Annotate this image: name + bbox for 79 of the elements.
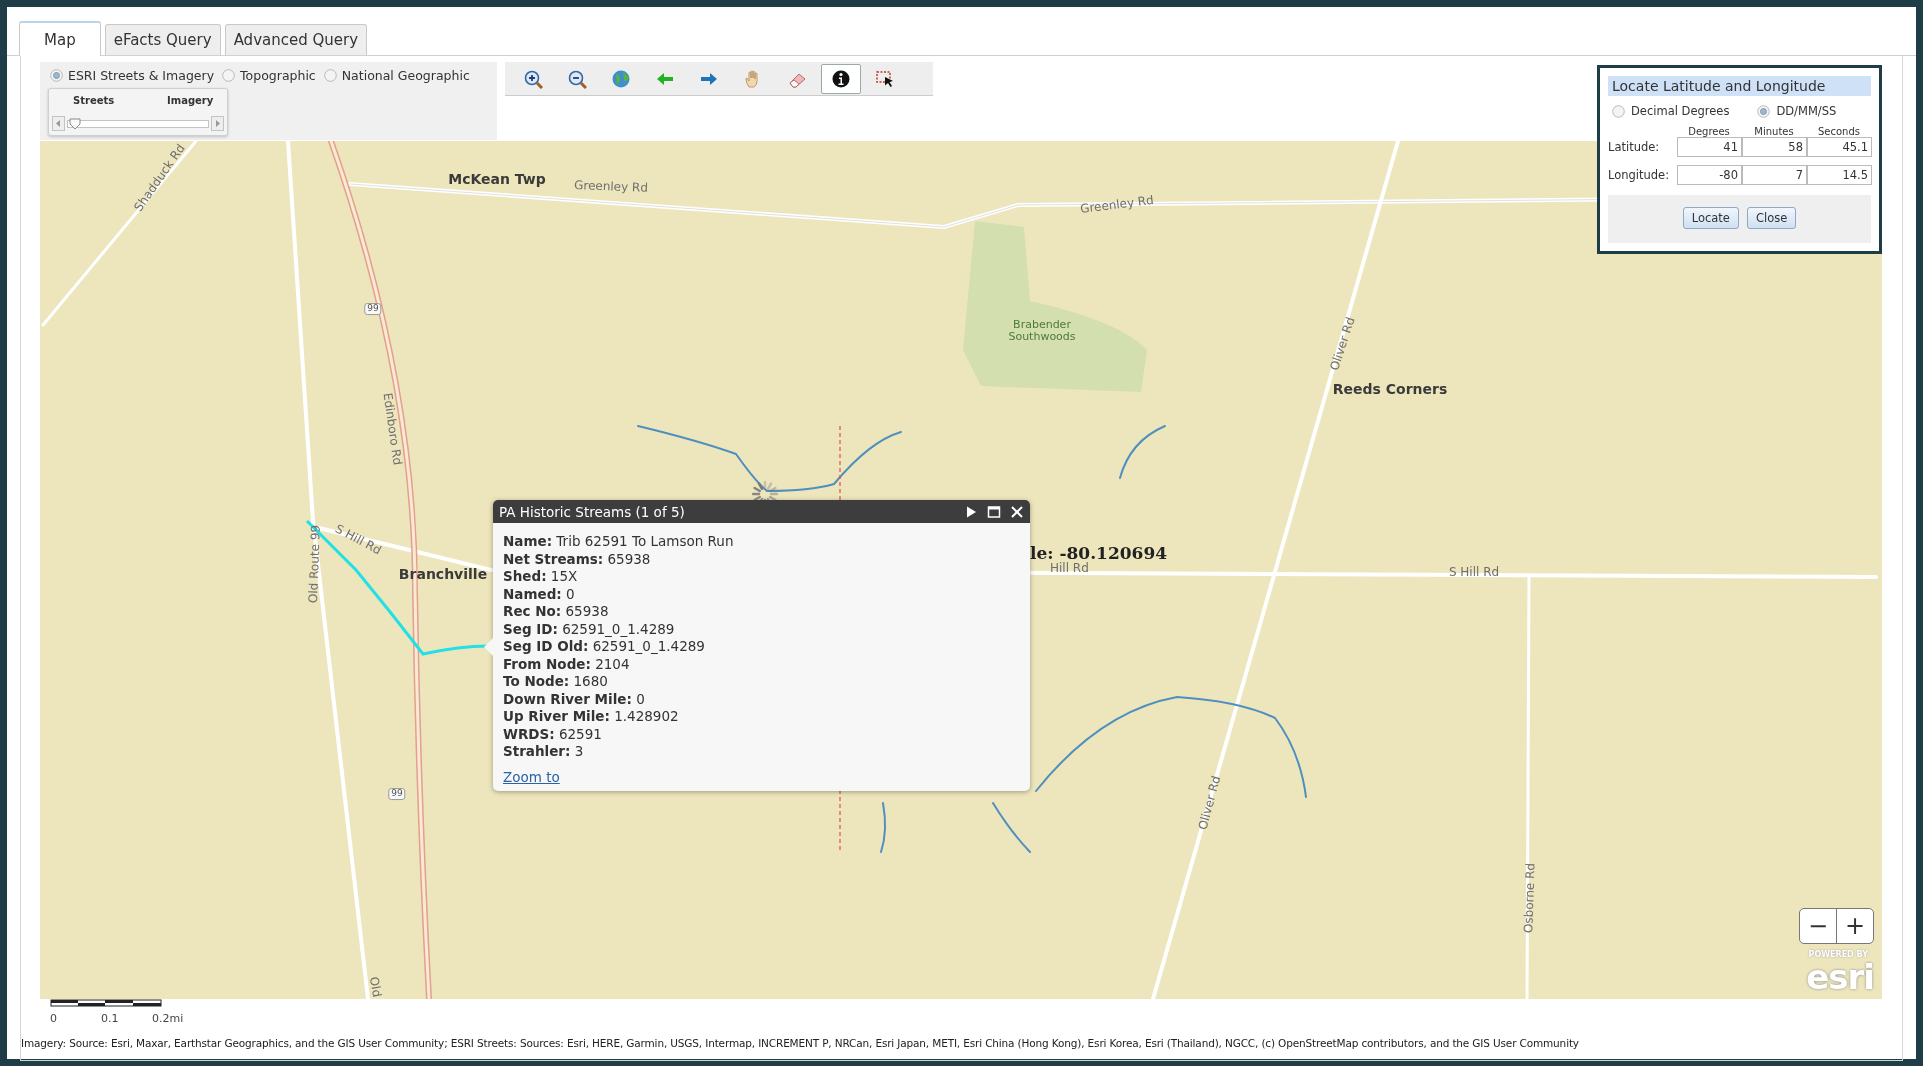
panel-button[interactable]: Close	[1746, 207, 1797, 229]
scale-label: 0.2mi	[152, 1012, 184, 1025]
info-icon[interactable]	[831, 68, 851, 89]
tab[interactable]: Advanced Query	[224, 24, 368, 55]
next-icon[interactable]	[964, 504, 978, 519]
attribute-row-text: To Node: 1680	[503, 673, 609, 691]
scale-label: 0.1	[101, 1012, 119, 1025]
zoom-button[interactable]: −	[1800, 909, 1836, 943]
attribute-row-text: Seg ID: 62591_0_1.4289	[503, 620, 676, 638]
attribute-row-text: WRDS: 62591	[503, 725, 603, 743]
attribute-row-text: Seg ID Old: 62591_0_1.4289	[503, 638, 706, 656]
attribution-text: Imagery: Source: Esri, Maxar, Earthstar Geographics, and the GIS User Community; ESRI Streets: Sources: Esri, HERE, Garmin, USGS, Intermap, INCREMENT P, NRCan, Esri Japan, METI, Esri China (Hong Kong), Esri Korea, Esri (Thailand), NGCC, (c) OpenStreetMap contributors, and the GIS User Community	[21, 1037, 1579, 1049]
highway-shield: 99	[364, 303, 382, 315]
road-label: S Hill Rd	[332, 522, 384, 558]
column-header: Seconds	[1817, 126, 1861, 137]
row-label: Latitude:	[1608, 140, 1661, 154]
row-label: Longitude:	[1608, 168, 1671, 182]
road-label: Oliver Rd	[1328, 315, 1358, 373]
maximize-icon[interactable]	[987, 504, 1001, 519]
attribute-row-text: From Node: 2104	[503, 655, 631, 673]
attribute-row-text: Up River Mile: 1.428902	[503, 708, 680, 726]
area-label: Brabender Southwoods	[1007, 318, 1077, 344]
road-label: Old	[366, 975, 384, 999]
highway-shield: 99	[388, 788, 406, 800]
coordinate-field[interactable]: 14.5	[1807, 165, 1872, 185]
zoom-button[interactable]: +	[1836, 909, 1873, 943]
zoom-to-link[interactable]: Zoom to	[503, 768, 560, 785]
tab[interactable]: Map	[19, 21, 101, 56]
radio-button[interactable]	[222, 69, 236, 82]
attribute-row-text: Strahler: 3	[503, 743, 585, 761]
road-label: Oliver Rd	[1196, 774, 1224, 832]
road-label: S Hill Rd	[1448, 566, 1500, 580]
coordinate-label: le: -80.120694	[1030, 543, 1168, 563]
slider-label: Streets	[73, 95, 115, 106]
road-label: Osborne Rd	[1522, 862, 1538, 934]
popup-title: PA Historic Streams (1 of 5)	[499, 503, 686, 520]
column-header: Minutes	[1753, 126, 1795, 137]
tab[interactable]: eFacts Query	[104, 24, 221, 55]
radio-button[interactable]	[50, 69, 63, 82]
selection-icon[interactable]	[875, 68, 895, 89]
coordinate-field[interactable]: -80	[1677, 165, 1742, 185]
slider-label: Imagery	[167, 95, 214, 106]
attribute-row-text: Named: 0	[503, 585, 576, 603]
road-label: Greenley Rd	[1079, 193, 1155, 217]
attribute-row-text: Name: Trib 62591 To Lamson Run	[503, 533, 735, 551]
coordinate-field[interactable]: 58	[1742, 137, 1807, 157]
road-label: Edinboro Rd	[380, 392, 404, 466]
zoom-out-icon[interactable]	[567, 68, 587, 89]
road-label: Old Route 99	[307, 524, 323, 604]
column-header: Degrees	[1687, 126, 1731, 137]
attribute-row-text: Net Streams: 65938	[503, 550, 652, 568]
coordinate-field[interactable]: 45.1	[1807, 137, 1872, 157]
radio-button[interactable]	[323, 69, 337, 82]
basemap-label: Topographic	[240, 68, 316, 83]
basemap-label: National Geographic	[341, 68, 470, 83]
slider-thumb[interactable]	[69, 118, 81, 130]
zoom-in-icon[interactable]	[523, 68, 543, 89]
scale-label: 0	[50, 1012, 57, 1025]
attribute-row-text: Down River Mile: 0	[503, 690, 646, 708]
place-label: Reeds Corners	[1332, 382, 1448, 398]
road-label: Hill Rd	[1050, 562, 1089, 576]
radio-button[interactable]	[1612, 104, 1625, 118]
radio-button[interactable]	[1757, 104, 1771, 118]
coordinate-field[interactable]: 41	[1677, 137, 1742, 157]
basemap-label: ESRI Streets & Imagery	[68, 68, 215, 83]
close-icon[interactable]	[1010, 504, 1024, 519]
format-label: Decimal Degrees	[1631, 104, 1730, 118]
esri-logo: esri	[1806, 957, 1874, 997]
coordinate-field[interactable]: 7	[1742, 165, 1807, 185]
panel-title: Locate Latitude and Longitude	[1608, 76, 1871, 96]
place-label: McKean Twp	[448, 172, 546, 188]
attribute-row-text: Shed: 15X	[503, 568, 579, 586]
place-label: Branchville	[398, 567, 488, 583]
panel-button[interactable]: Locate	[1682, 207, 1739, 229]
format-label: DD/MM/SS	[1776, 104, 1837, 118]
powered-by-text: POWERED BY	[1808, 950, 1868, 959]
road-label: Greenley Rd	[573, 179, 649, 195]
attribute-row-text: Rec No: 65938	[503, 603, 610, 621]
globe-icon[interactable]	[611, 68, 631, 89]
